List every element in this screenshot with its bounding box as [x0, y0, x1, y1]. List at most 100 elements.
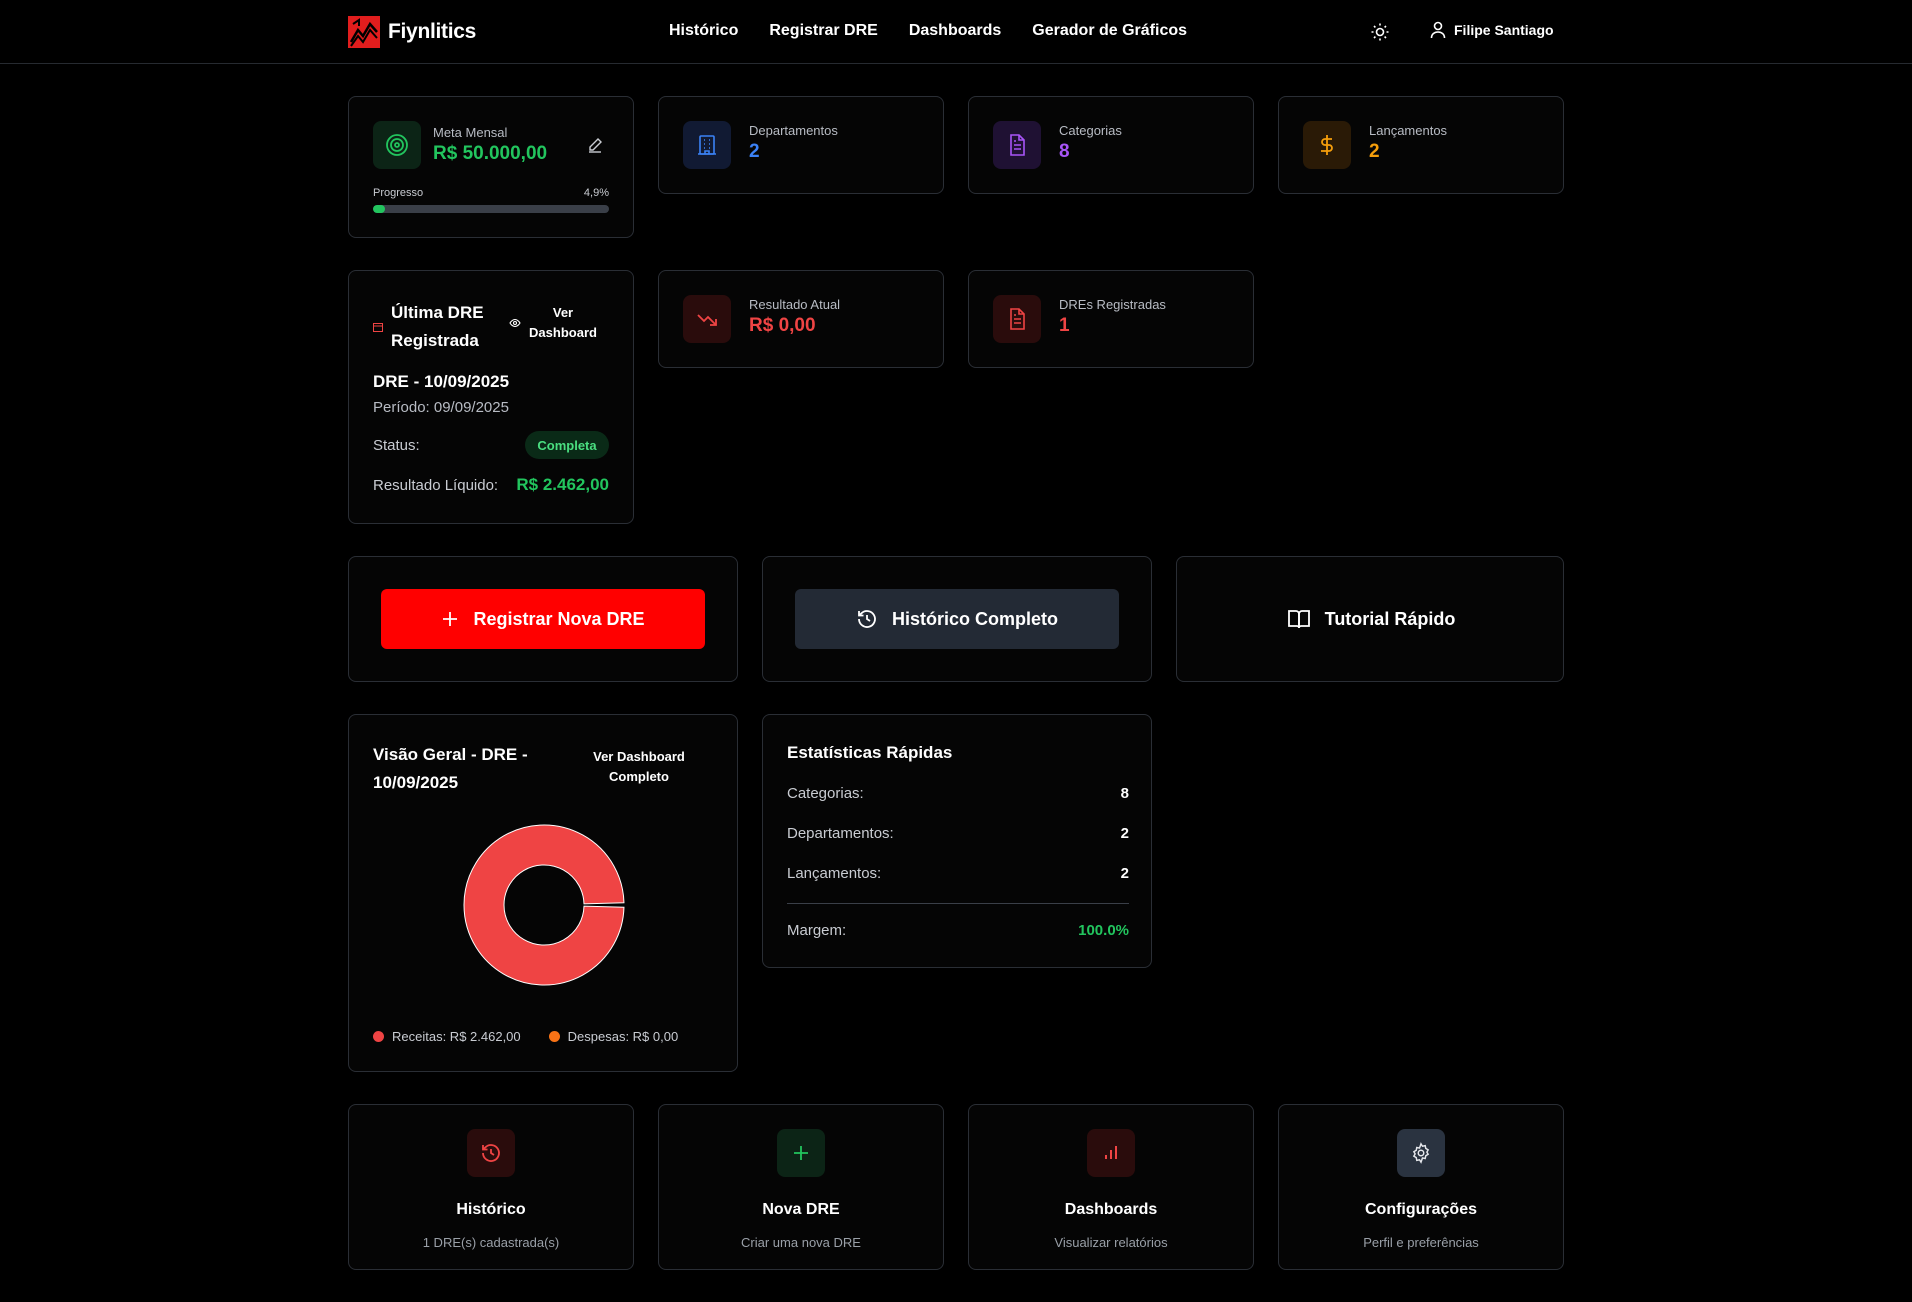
dres-value: 1 — [1059, 315, 1070, 336]
categorias-card: Categorias 8 — [968, 96, 1254, 194]
meta-value: R$ 50.000,00 — [433, 143, 548, 164]
logo-icon — [348, 16, 380, 48]
file-icon — [1010, 308, 1025, 330]
progress-label: Progresso — [373, 187, 424, 199]
dre-period: Período: 09/09/2025 — [373, 399, 509, 416]
theme-toggle-sun-icon[interactable] — [1370, 22, 1390, 42]
departamentos-card: Departamentos 2 — [658, 96, 944, 194]
nav-link-gerador-graficos[interactable]: Gerador de Gráficos — [1032, 22, 1187, 40]
qs-value-margem: 100.0% — [1078, 922, 1129, 939]
qs-value-lancamentos: 2 — [1120, 865, 1129, 882]
departamentos-value: 2 — [749, 141, 760, 162]
edit-pencil-icon[interactable] — [587, 137, 603, 153]
tutorial-rapido-label: Tutorial Rápido — [1324, 608, 1456, 629]
ultima-dre-title: Última DRE Registrada — [391, 303, 484, 350]
book-icon — [1287, 610, 1310, 629]
progress-percent: 4,9% — [583, 187, 609, 199]
history-icon — [482, 1144, 500, 1162]
quicklink-configuracoes-title: Configurações — [1364, 1201, 1477, 1218]
file-icon-box — [993, 295, 1041, 343]
ver-dashboard-label: Ver Dashboard — [529, 305, 597, 340]
quicklink-dashboards[interactable]: Dashboards Visualizar relatórios — [968, 1104, 1254, 1270]
legend-swatch-receitas — [373, 1031, 384, 1042]
quicklink-nova-dre[interactable]: Nova DRE Criar uma nova DRE — [658, 1104, 944, 1270]
lancamentos-card: Lançamentos 2 — [1278, 96, 1564, 194]
donut-chart — [463, 824, 625, 986]
donut-slice-receitas[interactable] — [463, 824, 625, 986]
qs-label-categorias: Categorias: — [787, 785, 864, 802]
building-icon — [698, 135, 716, 155]
gear-icon-box — [1397, 1129, 1445, 1177]
document-icon — [1010, 134, 1025, 156]
lancamentos-value: 2 — [1369, 141, 1380, 162]
status-label: Status: — [373, 437, 420, 454]
ultima-dre-card: Última DRE Registrada Ver Dashboard DRE … — [348, 270, 634, 524]
ver-dashboard-link[interactable]: Ver Dashboard — [509, 303, 599, 343]
calendar-icon — [373, 323, 383, 332]
quicklink-nova-dre-sub: Criar uma nova DRE — [741, 1235, 861, 1250]
registrar-nova-dre-button[interactable]: Registrar Nova DRE — [381, 589, 705, 649]
qs-value-categorias: 8 — [1120, 785, 1129, 802]
brand-name: Fiynlitics — [388, 20, 477, 43]
plus-icon — [794, 1146, 808, 1160]
meta-label: Meta Mensal — [433, 125, 508, 140]
building-icon-box — [683, 121, 731, 169]
history-icon-box — [467, 1129, 515, 1177]
user-menu[interactable]: Filipe Santiago — [1430, 21, 1554, 39]
quick-stats-divider — [787, 903, 1129, 904]
tutorial-rapido-button[interactable]: Tutorial Rápido — [1209, 589, 1533, 649]
quicklink-historico-title: Histórico — [456, 1201, 526, 1218]
eye-icon — [509, 318, 521, 328]
legend-label-receitas: Receitas: R$ 2.462,00 — [392, 1029, 521, 1044]
quicklink-nova-dre-title: Nova DRE — [762, 1201, 840, 1218]
departamentos-label: Departamentos — [749, 123, 838, 138]
quick-stats-row-departamentos: Departamentos: 2 — [787, 825, 1129, 842]
user-name: Filipe Santiago — [1454, 22, 1554, 38]
brand[interactable]: Fiynlitics — [348, 16, 476, 48]
quick-stats-row-margem: Margem: 100.0% — [787, 922, 1129, 939]
nav-link-registrar-dre[interactable]: Registrar DRE — [769, 22, 877, 40]
quicklink-dashboards-sub: Visualizar relatórios — [1054, 1235, 1168, 1250]
categorias-value: 8 — [1059, 141, 1070, 162]
result-label: Resultado Líquido: — [373, 476, 499, 494]
legend-label-despesas: Despesas: R$ 0,00 — [567, 1029, 679, 1044]
historico-completo-button[interactable]: Histórico Completo — [795, 589, 1119, 649]
tutorial-action-card: Tutorial Rápido — [1176, 556, 1564, 682]
quicklink-historico[interactable]: Histórico 1 DRE(s) cadastrada(s) — [348, 1104, 634, 1270]
qs-label-margem: Margem: — [787, 922, 847, 939]
nav-link-historico[interactable]: Histórico — [669, 22, 738, 40]
ver-dashboard-completo-link[interactable]: Ver Dashboard Completo — [584, 747, 694, 787]
bar-chart-icon — [1105, 1146, 1117, 1159]
quick-stats-title: Estatísticas Rápidas — [787, 743, 953, 762]
dollar-icon — [1321, 135, 1333, 155]
registrar-nova-dre-label: Registrar Nova DRE — [473, 608, 645, 629]
quicklink-historico-sub: 1 DRE(s) cadastrada(s) — [422, 1235, 560, 1250]
quick-stats-row-lancamentos: Lançamentos: 2 — [787, 865, 1129, 882]
quicklink-configuracoes[interactable]: Configurações Perfil e preferências — [1278, 1104, 1564, 1270]
legend-item-receitas: Receitas: R$ 2.462,00 — [373, 1029, 521, 1044]
historico-completo-label: Histórico Completo — [891, 608, 1058, 629]
quick-stats-card: Estatísticas Rápidas Categorias: 8 Depar… — [762, 714, 1152, 968]
target-icon-box — [373, 121, 421, 169]
new-dre-action-card: Registrar Nova DRE — [348, 556, 738, 682]
nav-links: Histórico Registrar DRE Dashboards Gerad… — [669, 22, 1187, 40]
progress-fill — [373, 205, 385, 213]
lancamentos-label: Lançamentos — [1369, 123, 1448, 138]
status-badge: Completa — [525, 431, 609, 459]
meta-mensal-card: Meta Mensal R$ 50.000,00 Progresso 4,9% — [348, 96, 634, 238]
target-icon — [386, 134, 408, 156]
plus-icon-box — [777, 1129, 825, 1177]
dres-registradas-card: DREs Registradas 1 — [968, 270, 1254, 368]
plus-icon — [443, 612, 458, 626]
qs-label-lancamentos: Lançamentos: — [787, 865, 882, 882]
user-icon — [1430, 21, 1446, 39]
quicklink-configuracoes-sub: Perfil e preferências — [1363, 1235, 1479, 1250]
dre-name: DRE - 10/09/2025 — [373, 372, 510, 391]
categorias-label: Categorias — [1059, 123, 1122, 138]
nav-link-dashboards[interactable]: Dashboards — [909, 22, 1001, 40]
overview-title: Visão Geral - DRE - 10/09/2025 — [373, 745, 528, 792]
legend-item-despesas: Despesas: R$ 0,00 — [548, 1029, 679, 1044]
qs-label-departamentos: Departamentos: — [787, 825, 894, 842]
resultado-atual-card: Resultado Atual R$ 0,00 — [658, 270, 944, 368]
trend-down-icon — [697, 314, 717, 326]
